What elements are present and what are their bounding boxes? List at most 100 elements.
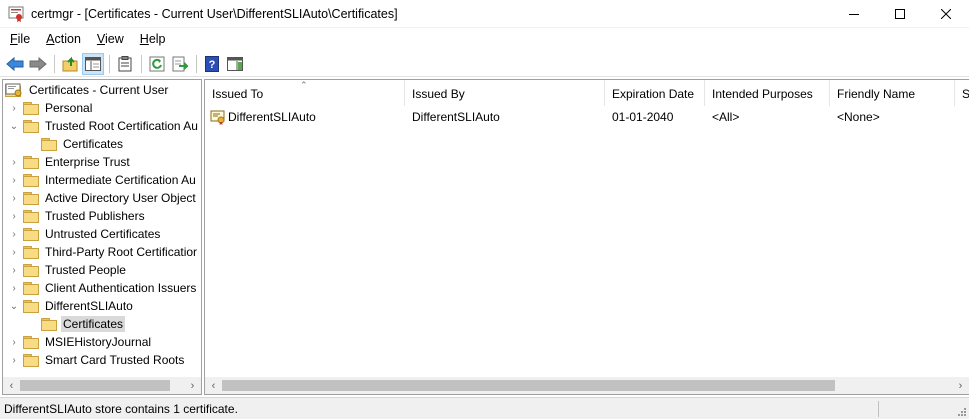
tree-item[interactable]: › Trusted People [7,261,128,279]
show-hide-action-pane-button[interactable] [224,53,246,75]
chevron-right-icon[interactable]: › [7,225,21,243]
cell-expiration-date: 01-01-2040 [612,110,674,124]
resize-grip-icon[interactable] [957,407,967,417]
tree-item-label: Active Directory User Object [45,191,196,205]
scroll-track[interactable] [222,377,952,394]
close-icon [941,8,951,19]
cell-intended-purposes: <All> [712,110,740,124]
chevron-right-icon[interactable]: › [7,243,21,261]
tree-item[interactable]: › MSIEHistoryJournal [7,333,153,351]
folder-icon [23,281,39,295]
column-issued-by[interactable]: Issued By [405,80,605,106]
help-button[interactable]: ? [201,53,223,75]
toolbar-separator [141,54,142,73]
status-separator [878,401,879,417]
chevron-right-icon[interactable]: › [7,351,21,369]
folder-icon [23,299,39,313]
refresh-button[interactable] [146,53,168,75]
scroll-left-button[interactable]: ‹ [3,377,20,394]
maximize-button[interactable] [877,0,923,28]
scroll-right-button[interactable]: › [184,377,201,394]
tree-item-label: Trusted People [45,263,126,277]
tree-item[interactable]: › Untrusted Certificates [7,225,162,243]
chevron-right-icon[interactable]: › [7,99,21,117]
chevron-right-icon[interactable]: › [7,261,21,279]
tree-item-label: MSIEHistoryJournal [45,335,152,349]
tree-item[interactable]: › Personal [7,99,94,117]
chevron-right-icon[interactable]: › [7,279,21,297]
folder-icon [23,209,39,223]
tree-item[interactable]: Certificates [25,135,125,153]
table-row[interactable]: DifferentSLIAuto DifferentSLIAuto 01-01-… [205,108,955,126]
title-bar: certmgr - [Certificates - Current User\D… [0,0,969,28]
tree-item-label: Enterprise Trust [45,155,130,169]
show-hide-tree-button[interactable] [82,52,104,75]
tree-horizontal-scrollbar[interactable]: ‹ › [3,377,201,394]
folder-icon [41,137,57,151]
scroll-track[interactable] [20,377,184,394]
folder-icon [23,119,39,133]
menu-bar: File Action View Help [0,29,969,49]
properties-button[interactable] [114,53,136,75]
forward-button[interactable] [27,53,49,75]
folder-icon [23,155,39,169]
tree-item[interactable]: › Enterprise Trust [7,153,132,171]
tree-item[interactable]: › Third-Party Root Certificatior [7,243,199,261]
menu-help[interactable]: Help [134,29,172,49]
column-friendly-name[interactable]: Friendly Name [830,80,955,106]
menu-action[interactable]: Action [40,29,87,49]
tree-item[interactable]: › Smart Card Trusted Roots [7,351,186,369]
chevron-down-icon[interactable]: ⌄ [7,297,21,315]
menu-file[interactable]: File [4,29,36,49]
back-button[interactable] [4,53,26,75]
tree-item-label: Smart Card Trusted Roots [45,353,185,367]
folder-icon [23,263,39,277]
menu-view[interactable]: View [91,29,130,49]
export-list-button[interactable] [169,53,191,75]
column-status[interactable]: S [955,80,969,106]
certmgr-app-icon[interactable] [8,6,24,22]
scroll-left-button[interactable]: ‹ [205,377,222,394]
toolbar: ? [0,51,969,77]
toolbar-separator [54,54,55,73]
chevron-right-icon[interactable]: › [7,171,21,189]
close-button[interactable] [923,0,969,28]
tree-item[interactable]: › Client Authentication Issuers [7,279,198,297]
tree-item[interactable]: ⌄ Trusted Root Certification Au [7,117,200,135]
column-expiration-date[interactable]: Expiration Date [605,80,705,106]
list-horizontal-scrollbar[interactable]: ‹ › [205,377,969,394]
folder-icon [23,245,39,259]
column-intended-purposes[interactable]: Intended Purposes [705,80,830,106]
scroll-thumb[interactable] [222,380,835,391]
tree-item[interactable]: › Trusted Publishers [7,207,147,225]
chevron-down-icon[interactable]: ⌄ [7,117,21,135]
chevron-right-icon[interactable]: › [7,333,21,351]
column-issued-to[interactable]: Issued To ⌃ [205,80,405,106]
folder-icon [23,191,39,205]
tree-root[interactable]: Certificates - Current User [5,81,170,99]
certificate-list-pane[interactable]: Issued To ⌃ Issued By Expiration Date In… [204,79,969,395]
up-one-level-button[interactable] [59,53,81,75]
scroll-thumb[interactable] [20,380,170,391]
tree-item-label: Intermediate Certification Au [45,173,196,187]
toolbar-separator [109,54,110,73]
chevron-right-icon[interactable]: › [7,189,21,207]
tree-item[interactable]: Certificates [25,315,126,333]
tree-item-label: Trusted Publishers [45,209,145,223]
tree-item[interactable]: › Active Directory User Object [7,189,198,207]
tree-item-label: DifferentSLIAuto [45,299,133,313]
chevron-right-icon[interactable]: › [7,207,21,225]
maximize-icon [895,8,905,19]
refresh-icon [149,56,165,71]
toolbar-separator [196,54,197,73]
tree-item-label: Third-Party Root Certificatior [45,245,198,259]
tree-item[interactable]: ⌄ DifferentSLIAuto [7,297,135,315]
tree-item-label: Certificates [63,137,124,151]
chevron-right-icon[interactable]: › [7,153,21,171]
tree-item[interactable]: › Intermediate Certification Au [7,171,198,189]
scroll-right-button[interactable]: › [952,377,969,394]
tree-item-label: Certificates [61,316,126,332]
minimize-button[interactable] [831,0,877,28]
console-tree-pane[interactable]: Certificates - Current User › Personal ⌄ Tr… [2,79,202,395]
window-title: certmgr - [Certificates - Current User\D… [31,6,398,21]
